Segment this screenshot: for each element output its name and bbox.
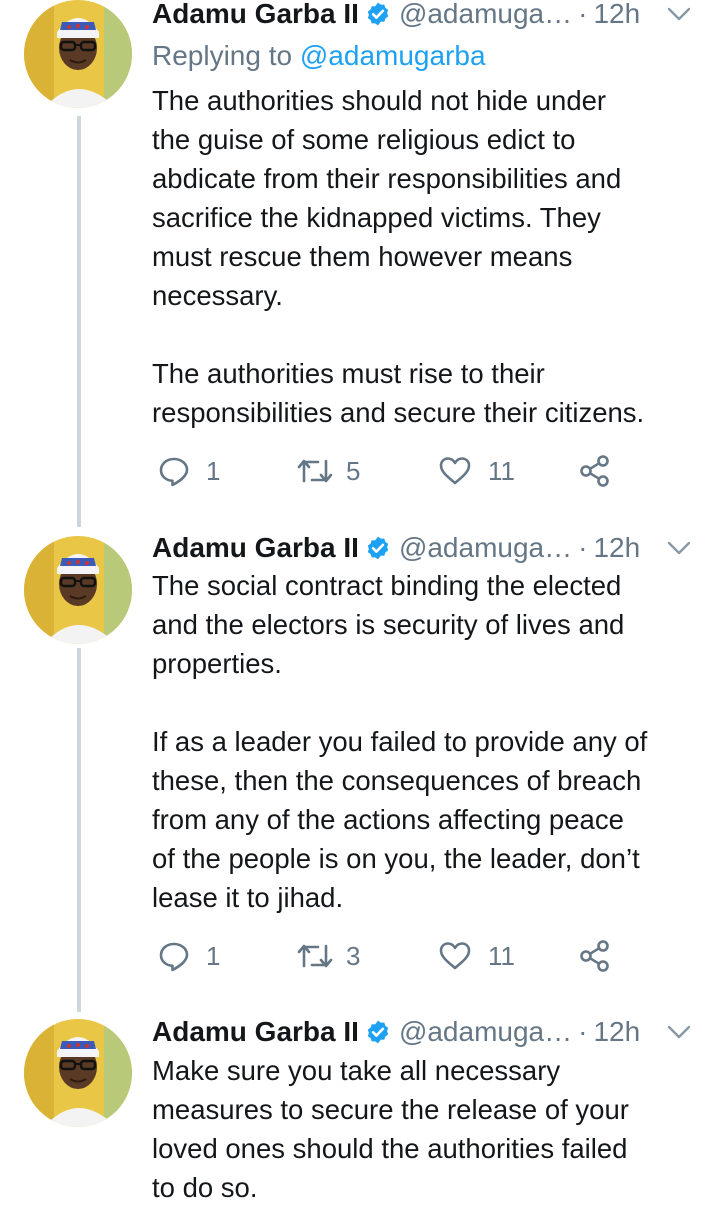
retweet-count: 5 — [346, 455, 361, 486]
tweet-text-line: properties. — [152, 648, 282, 679]
tweet-text-line: measures to secure the release of your — [152, 1094, 629, 1125]
chevron-down-icon[interactable] — [665, 1020, 693, 1044]
tweet[interactable]: Adamu Garba II @adamuga… · 12h Replying … — [0, 0, 712, 520]
reply-icon — [159, 942, 189, 972]
tweet-text-line: loved ones should the authorities failed — [152, 1133, 628, 1164]
tweet-text-line: to do so. — [152, 1172, 258, 1203]
tweet-text-line: sacrifice the kidnapped victims. They — [152, 202, 601, 233]
user-handle[interactable]: @adamuga… — [399, 1016, 572, 1048]
chevron-down-icon[interactable] — [665, 2, 693, 26]
avatar[interactable] — [24, 0, 132, 108]
reply-count: 1 — [206, 455, 221, 486]
tweet-text-line: The social contract binding the elected — [152, 570, 622, 601]
tweet-text: The authorities should not hide under th… — [152, 81, 702, 432]
heart-icon — [439, 457, 471, 485]
tweet-text-line: Make sure you take all necessary — [152, 1055, 561, 1086]
like-button[interactable]: 11 — [438, 936, 515, 976]
avatar-image — [24, 536, 132, 644]
replying-prefix: Replying to — [152, 40, 300, 71]
tweet-text: Make sure you take all necessary measure… — [152, 1051, 702, 1207]
share-button[interactable] — [578, 936, 612, 976]
avatar-image — [24, 0, 132, 108]
verified-badge-icon — [367, 1020, 389, 1044]
tweet-text: The social contract binding the elected … — [152, 566, 702, 917]
reply-button[interactable]: 1 — [158, 936, 220, 976]
tweet-text-line: responsibilities and secure their citize… — [152, 397, 645, 428]
reply-button[interactable]: 1 — [158, 451, 220, 491]
like-count: 11 — [488, 940, 515, 971]
reply-icon — [159, 457, 189, 487]
verified-badge-icon — [367, 2, 389, 26]
tweet-header: Adamu Garba II @adamuga… · 12h — [152, 532, 697, 564]
user-handle[interactable]: @adamuga… — [399, 532, 572, 564]
tweet-actions: 1 3 11 — [158, 936, 618, 976]
separator-dot: · — [578, 0, 588, 29]
share-icon — [580, 455, 609, 487]
user-handle[interactable]: @adamuga… — [399, 0, 572, 30]
replying-to: Replying to @adamugarba — [152, 40, 486, 72]
retweet-button[interactable]: 3 — [296, 936, 360, 976]
like-button[interactable]: 11 — [438, 451, 515, 491]
tweet-text-line: The authorities must rise to their — [152, 358, 545, 389]
tweet-text-line: these, then the consequences of breach — [152, 765, 642, 796]
tweet-text-line: If as a leader you failed to provide any… — [152, 726, 648, 757]
tweet-text-line: abdicate from their responsibilities and — [152, 163, 622, 194]
separator-dot: · — [578, 1016, 588, 1047]
tweet[interactable]: Adamu Garba II @adamuga… · 12h The socia… — [0, 532, 712, 1002]
verified-badge-icon — [367, 536, 389, 560]
retweet-icon — [297, 459, 333, 483]
display-name[interactable]: Adamu Garba II — [152, 1016, 359, 1048]
tweet-text-line: must rescue them however means — [152, 241, 573, 272]
tweet-text-line: and the electors is security of lives an… — [152, 609, 625, 640]
mention-link[interactable]: @adamugarba — [300, 40, 486, 71]
display-name[interactable]: Adamu Garba II — [152, 0, 359, 30]
tweet-text-line: necessary. — [152, 280, 283, 311]
tweet-actions: 1 5 11 — [158, 451, 618, 491]
tweet[interactable]: Adamu Garba II @adamuga… · 12h Make sure… — [0, 1016, 712, 1207]
heart-icon — [439, 942, 471, 970]
tweet-text-line: from any of the actions affecting peace — [152, 804, 624, 835]
reply-count: 1 — [206, 940, 221, 971]
tweet-text-line: the guise of some religious edict to — [152, 124, 576, 155]
share-button[interactable] — [578, 451, 612, 491]
tweet-text-line: The authorities should not hide under — [152, 85, 607, 116]
tweet-header: Adamu Garba II @adamuga… · 12h — [152, 1016, 697, 1048]
retweet-button[interactable]: 5 — [296, 451, 360, 491]
tweet-text-line: of the people is on you, the leader, don… — [152, 843, 640, 874]
share-icon — [580, 940, 609, 972]
timestamp[interactable]: 12h — [593, 0, 640, 30]
separator-dot: · — [578, 532, 588, 563]
avatar-image — [24, 1019, 132, 1127]
timestamp[interactable]: 12h — [593, 532, 640, 564]
retweet-icon — [297, 944, 333, 968]
display-name[interactable]: Adamu Garba II — [152, 532, 359, 564]
like-count: 11 — [488, 455, 515, 486]
avatar[interactable] — [24, 1019, 132, 1127]
tweet-header: Adamu Garba II @adamuga… · 12h — [152, 0, 697, 30]
chevron-down-icon[interactable] — [665, 536, 693, 560]
retweet-count: 3 — [346, 940, 361, 971]
avatar[interactable] — [24, 536, 132, 644]
tweet-text-line: lease it to jihad. — [152, 882, 344, 913]
timestamp[interactable]: 12h — [593, 1016, 640, 1048]
